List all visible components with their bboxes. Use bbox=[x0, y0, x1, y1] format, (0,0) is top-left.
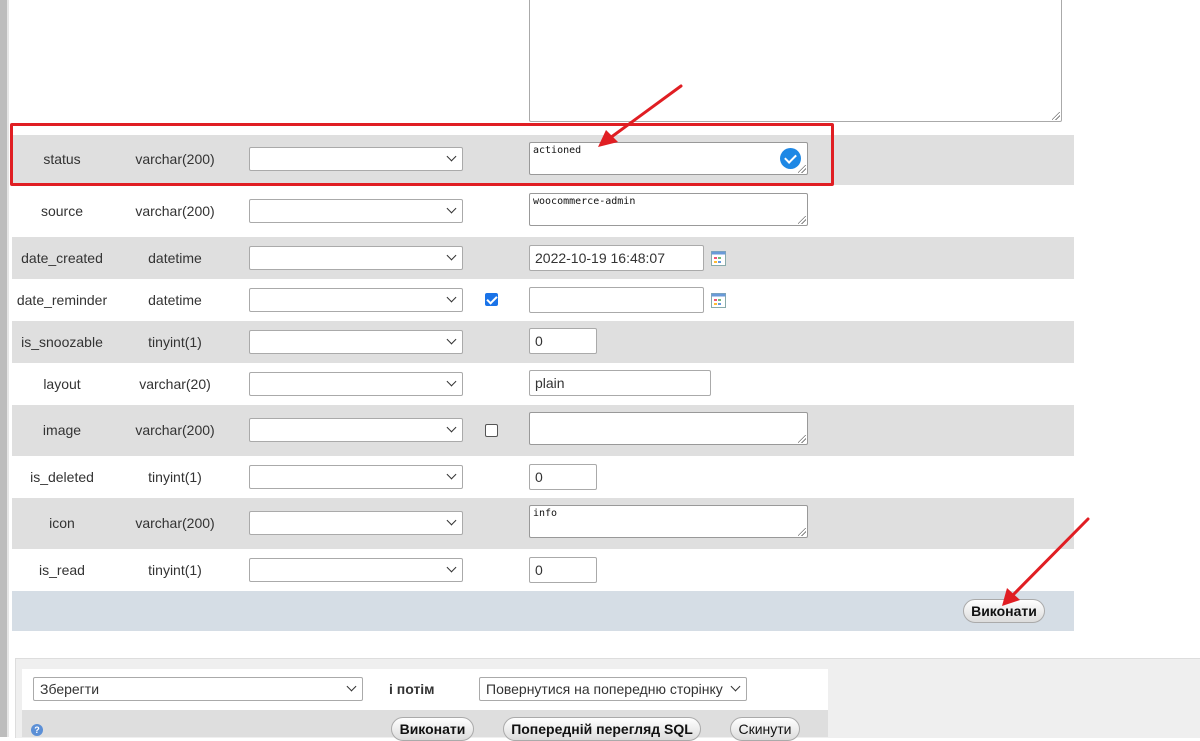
row-source: source varchar(200) woocommerce-admin bbox=[12, 185, 1074, 237]
column-name: date_created bbox=[21, 250, 103, 266]
bottom-go-button[interactable]: Виконати bbox=[391, 717, 474, 741]
row-icon: icon varchar(200) info bbox=[12, 498, 1074, 549]
then-select-value: Повернутися на попередню сторінку bbox=[486, 681, 723, 697]
form-footer: Виконати bbox=[12, 591, 1074, 631]
null-checkbox[interactable] bbox=[485, 424, 498, 437]
value-input[interactable]: plain bbox=[529, 370, 711, 396]
annotation-highlight-box bbox=[10, 123, 834, 186]
chevron-down-icon bbox=[346, 681, 357, 692]
resize-grip-icon[interactable] bbox=[798, 528, 806, 536]
function-select[interactable] bbox=[249, 418, 463, 442]
column-type: tinyint(1) bbox=[148, 469, 202, 485]
then-select[interactable]: Повернутися на попередню сторінку bbox=[479, 677, 747, 701]
column-name: icon bbox=[49, 515, 75, 531]
function-select[interactable] bbox=[249, 558, 463, 582]
value-textarea[interactable] bbox=[529, 412, 808, 445]
reset-button[interactable]: Скинути bbox=[730, 717, 800, 741]
previous-field-textarea[interactable] bbox=[529, 0, 1062, 122]
after-insert-select-value: Зберегти bbox=[40, 681, 100, 697]
function-select[interactable] bbox=[249, 246, 463, 270]
column-name: image bbox=[42, 422, 82, 438]
column-type: datetime bbox=[148, 250, 202, 266]
help-icon[interactable]: ? bbox=[31, 724, 43, 736]
chevron-down-icon bbox=[446, 422, 457, 433]
after-insert-select[interactable]: Зберегти bbox=[33, 677, 363, 701]
column-type: varchar(200) bbox=[135, 203, 215, 219]
column-name: layout bbox=[43, 376, 81, 392]
preview-sql-button[interactable]: Попередній перегляд SQL bbox=[503, 717, 701, 741]
left-frame-border bbox=[0, 0, 7, 737]
row-is-read: is_read tinyint(1) 0 bbox=[12, 549, 1074, 591]
row-date-created: date_created datetime 2022-10-19 16:48:0… bbox=[12, 237, 1074, 279]
value-text: info bbox=[533, 508, 558, 519]
column-type: datetime bbox=[148, 292, 202, 308]
row-is-deleted: is_deleted tinyint(1) 0 bbox=[12, 456, 1074, 498]
resize-grip-icon[interactable] bbox=[798, 435, 806, 443]
function-select[interactable] bbox=[249, 511, 463, 535]
value-text: woocommerce-admin bbox=[533, 196, 636, 207]
chevron-down-icon bbox=[446, 292, 457, 303]
function-select[interactable] bbox=[249, 465, 463, 489]
column-name: source bbox=[40, 203, 84, 219]
row-is-snoozable: is_snoozable tinyint(1) 0 bbox=[12, 321, 1074, 363]
column-name: date_reminder bbox=[16, 292, 108, 308]
function-select[interactable] bbox=[249, 199, 463, 223]
chevron-down-icon bbox=[446, 376, 457, 387]
row-date-reminder: date_reminder datetime bbox=[12, 279, 1074, 321]
column-name: is_read bbox=[39, 562, 85, 578]
then-label: і потім bbox=[389, 681, 435, 697]
column-type: tinyint(1) bbox=[148, 334, 202, 350]
value-input[interactable]: 0 bbox=[529, 464, 597, 490]
column-type: varchar(20) bbox=[139, 376, 211, 392]
chevron-down-icon bbox=[446, 469, 457, 480]
value-textarea[interactable]: woocommerce-admin bbox=[529, 193, 808, 226]
chevron-down-icon bbox=[446, 203, 457, 214]
go-button[interactable]: Виконати bbox=[963, 599, 1045, 623]
chevron-down-icon bbox=[730, 681, 741, 692]
calendar-icon[interactable] bbox=[711, 293, 726, 308]
calendar-icon[interactable] bbox=[711, 251, 726, 266]
chevron-down-icon bbox=[446, 334, 457, 345]
left-frame-edge bbox=[7, 0, 9, 737]
chevron-down-icon bbox=[446, 250, 457, 261]
column-name: is_snoozable bbox=[21, 334, 103, 350]
row-layout: layout varchar(20) plain bbox=[12, 363, 1074, 405]
chevron-down-icon bbox=[446, 515, 457, 526]
null-checkbox[interactable] bbox=[485, 293, 498, 306]
column-name: is_deleted bbox=[30, 469, 94, 485]
chevron-down-icon bbox=[446, 562, 457, 573]
value-input[interactable]: 2022-10-19 16:48:07 bbox=[529, 245, 704, 271]
column-type: varchar(200) bbox=[135, 515, 215, 531]
value-input[interactable]: 0 bbox=[529, 557, 597, 583]
value-textarea[interactable]: info bbox=[529, 505, 808, 538]
column-type: tinyint(1) bbox=[148, 562, 202, 578]
function-select[interactable] bbox=[249, 330, 463, 354]
function-select[interactable] bbox=[249, 372, 463, 396]
column-type: varchar(200) bbox=[135, 422, 215, 438]
value-input[interactable] bbox=[529, 287, 704, 313]
function-select[interactable] bbox=[249, 288, 463, 312]
resize-grip-icon[interactable] bbox=[798, 216, 806, 224]
value-input[interactable]: 0 bbox=[529, 328, 597, 354]
row-image: image varchar(200) bbox=[12, 405, 1074, 456]
